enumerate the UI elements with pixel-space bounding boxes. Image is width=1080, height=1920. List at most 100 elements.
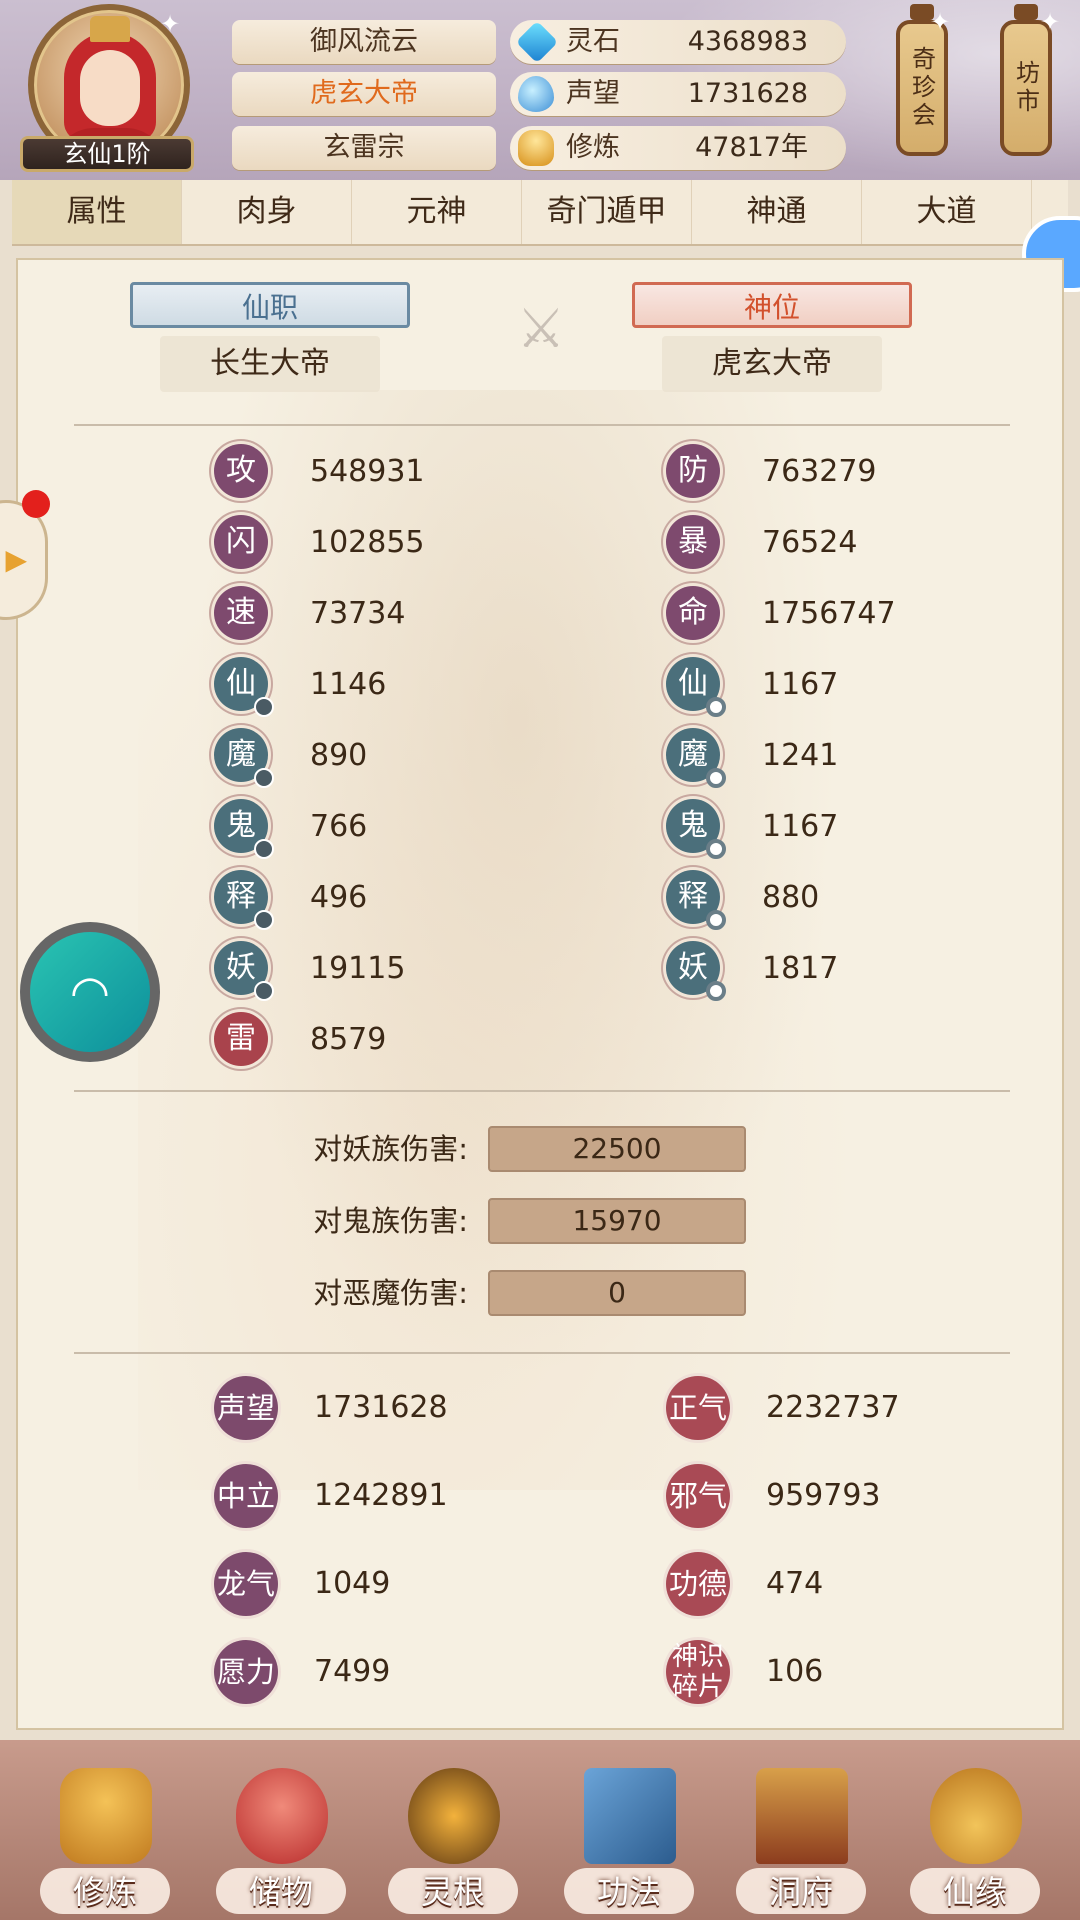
damage-vs-ghost: 对鬼族伤害: 15970 — [268, 1198, 868, 1244]
tab-spirit[interactable]: 元神 — [352, 180, 522, 244]
stat-value: 73734 — [310, 596, 406, 631]
nav-label: 灵根 — [420, 1873, 485, 1911]
icon-char: 鬼 — [678, 808, 708, 843]
book-icon — [584, 1768, 676, 1864]
damage-label: 对鬼族伤害: — [313, 1204, 468, 1238]
stat-demon-atk[interactable]: 魔 890 — [214, 728, 514, 788]
stat-critical: 暴 76524 — [666, 515, 966, 571]
rep-value: 474 — [766, 1566, 824, 1601]
rep-neutral: 中立 1242891 — [214, 1464, 534, 1528]
buddha-icon: 释 — [666, 870, 726, 930]
resource-label: 修炼 — [566, 132, 620, 163]
rep-value: 1242891 — [314, 1478, 448, 1513]
stat-yao-def[interactable]: 妖 1817 — [666, 941, 966, 1001]
spirit-fragment-badge-icon: 神识碎片 — [666, 1640, 730, 1704]
resource-value: 47817年 — [695, 132, 808, 163]
ghost-icon: 鬼 — [214, 799, 274, 859]
rep-fame: 声望 1731628 — [214, 1376, 534, 1440]
rep-spirit-fragment: 神识碎片 106 — [666, 1640, 986, 1704]
stat-buddha-def[interactable]: 释 880 — [666, 870, 966, 930]
shield-mark-icon — [706, 697, 726, 717]
tab-body[interactable]: 肉身 — [182, 180, 352, 244]
rep-value: 1731628 — [314, 1390, 448, 1425]
stat-immortal-def[interactable]: 仙 1167 — [666, 657, 966, 717]
stat-value: 1241 — [762, 738, 839, 773]
info-mark-icon — [254, 768, 274, 788]
gourd-icon — [930, 1768, 1022, 1864]
icon-char: 释 — [226, 879, 256, 914]
speed-icon: 速 — [214, 586, 268, 640]
fame-icon — [518, 76, 554, 112]
resource-value: 4368983 — [687, 26, 808, 57]
fame-badge-icon: 声望 — [214, 1376, 278, 1440]
nav-storage[interactable]: 储物 — [206, 1760, 356, 1920]
hp-icon: 命 — [666, 586, 720, 640]
nav-techniques[interactable]: 功法 — [554, 1760, 704, 1920]
info-mark-icon — [254, 839, 274, 859]
section-divider — [74, 1090, 1010, 1092]
tab-attributes[interactable]: 属性 — [12, 180, 182, 244]
tab-divine-skills[interactable]: 神通 — [692, 180, 862, 244]
player-title: 虎玄大帝 — [232, 72, 496, 116]
resource-label: 灵石 — [566, 26, 620, 57]
resource-spirit-stone: 灵石 4368983 — [510, 20, 846, 64]
damage-vs-demon: 对恶魔伤害: 0 — [268, 1270, 868, 1316]
divine-title-box: 神位 虎玄大帝 — [632, 282, 912, 402]
rank-badge: 玄仙1阶 — [20, 136, 194, 172]
stat-demon-def[interactable]: 魔 1241 — [666, 728, 966, 788]
tab-qimen[interactable]: 奇门遁甲 — [522, 180, 692, 244]
stat-immortal-atk[interactable]: 仙 1146 — [214, 657, 514, 717]
nav-spirit-root[interactable]: 灵根 — [378, 1760, 528, 1920]
icon-char: 仙 — [678, 666, 708, 701]
stat-value: 890 — [310, 738, 368, 773]
attack-icon: 攻 — [214, 444, 268, 498]
merit-badge-icon: 功德 — [666, 1552, 730, 1616]
bag-icon — [236, 1768, 328, 1864]
tab-dao[interactable]: 大道 — [862, 180, 1032, 244]
nav-label: 功法 — [596, 1873, 661, 1911]
nav-cave[interactable]: 洞府 — [726, 1760, 876, 1920]
divine-title-value: 虎玄大帝 — [662, 336, 882, 392]
stat-yao-atk[interactable]: 妖 19115 — [214, 941, 514, 1001]
divine-title-label: 神位 — [632, 282, 912, 328]
rep-merit: 功德 474 — [666, 1552, 986, 1616]
spirit-stone-icon — [515, 20, 559, 64]
immortal-icon: 仙 — [214, 657, 274, 717]
stat-value: 1146 — [310, 667, 387, 702]
demon-icon: 魔 — [214, 728, 274, 788]
butterfly-icon: ✦ — [160, 10, 181, 38]
resource-cultivation: 修炼 47817年 — [510, 126, 846, 170]
evil-badge-icon: 邪气 — [666, 1464, 730, 1528]
rep-value: 106 — [766, 1654, 824, 1689]
wish-badge-icon: 愿力 — [214, 1640, 278, 1704]
resource-value: 1731628 — [687, 78, 808, 109]
stat-attack: 攻 548931 — [214, 444, 514, 500]
floating-wifi-button[interactable]: ◠ — [20, 922, 160, 1062]
stat-thunder: 雷 8579 — [214, 1012, 514, 1068]
icon-char: 释 — [678, 879, 708, 914]
rep-value: 959793 — [766, 1478, 881, 1513]
stat-buddha-atk[interactable]: 释 496 — [214, 870, 514, 930]
damage-value: 0 — [488, 1270, 746, 1316]
yao-icon: 妖 — [214, 941, 274, 1001]
stat-ghost-def[interactable]: 鬼 1167 — [666, 799, 966, 859]
info-mark-icon — [254, 981, 274, 1001]
nav-cultivate[interactable]: 修炼 — [30, 1760, 180, 1920]
shield-mark-icon — [706, 910, 726, 930]
icon-char: 鬼 — [226, 808, 256, 843]
nav-label: 储物 — [248, 1873, 313, 1911]
player-name: 御风流云 — [232, 20, 496, 64]
official-title-label: 仙职 — [130, 282, 410, 328]
treasure-fair-button[interactable]: 奇珍会 — [896, 4, 948, 156]
info-mark-icon — [254, 697, 274, 717]
section-divider — [74, 1352, 1010, 1354]
stat-ghost-atk[interactable]: 鬼 766 — [214, 799, 514, 859]
icon-char: 魔 — [226, 737, 256, 772]
nav-destiny[interactable]: 仙缘 — [900, 1760, 1050, 1920]
market-button[interactable]: 坊市 — [1000, 4, 1052, 156]
stat-defense: 防 763279 — [666, 444, 966, 500]
notification-dot — [22, 490, 50, 518]
top-header: 玄仙1阶 御风流云 虎玄大帝 玄雷宗 灵石 4368983 声望 1731628… — [0, 0, 1080, 180]
stat-dodge: 闪 102855 — [214, 515, 514, 571]
bottom-nav: 修炼 储物 灵根 功法 洞府 仙缘 — [0, 1740, 1080, 1920]
